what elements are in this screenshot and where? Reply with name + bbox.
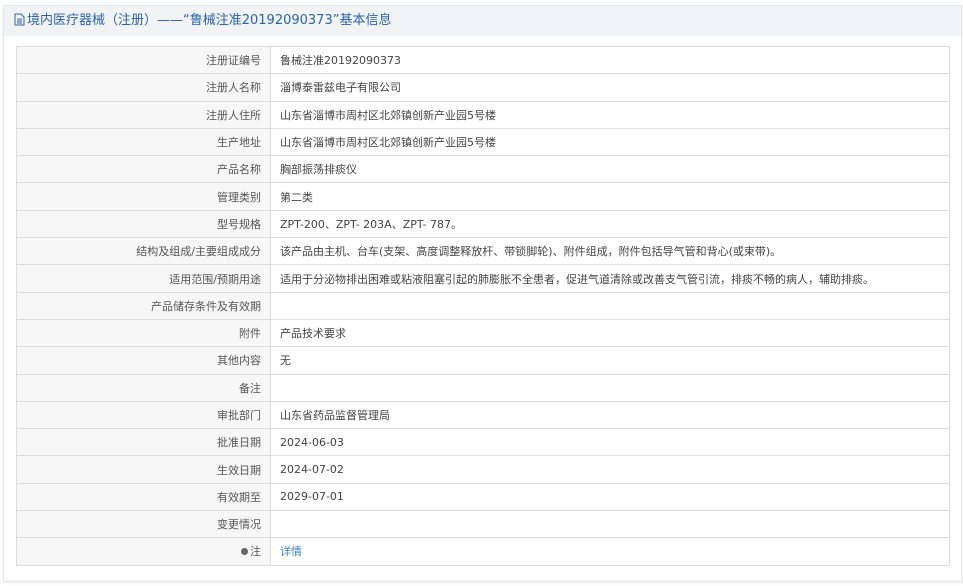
field-label: 注册人名称 [16,73,271,102]
field-value [270,510,950,539]
info-table: 注册证编号 鲁械注准20192090373 注册人名称 淄博泰雷兹电子有限公司 注册人住… [16,45,950,566]
field-value: 山东省淄博市周村区北郊镇创新产业园5号楼 [270,127,950,157]
field-value [270,373,950,402]
table-row: 批准日期 2024-06-03 [16,428,950,457]
field-label: 附件 [16,318,271,348]
table-row: 注册证编号 鲁械注准20192090373 [16,45,950,75]
field-value: 详情 [270,537,950,566]
page-title: 境内医疗器械（注册）——“鲁械注准20192090373”基本信息 [27,13,392,28]
field-value: 第二类 [270,182,950,211]
field-label: 注 [16,537,271,566]
field-label: 产品名称 [16,155,271,184]
table-row-note: 注 详情 [16,537,950,566]
field-label: 结构及组成/主要组成成分 [16,237,271,266]
detail-panel: 境内医疗器械（注册）——“鲁械注准20192090373”基本信息 注册证编号鲁… [3,5,962,582]
field-value: 山东省药品监督管理局 [270,400,950,430]
table-row: 注册人名称 淄博泰雷兹电子有限公司 [16,73,950,102]
pin-icon [241,548,248,556]
field-label: 备注 [16,373,271,402]
table-row: 结构及组成/主要组成成分 该产品由主机、台车(支架、高度调整释放杆、带锁脚轮)、附… [16,237,950,266]
field-value: 2029-07-01 [270,482,950,512]
field-label: 型号规格 [16,209,271,239]
field-label: 有效期至 [16,482,271,512]
field-value: 该产品由主机、台车(支架、高度调整释放杆、带锁脚轮)、附件组成，附件包括导气管和… [270,237,950,266]
field-label: 审批部门 [16,400,271,430]
field-value: 鲁械注准20192090373 [270,45,950,75]
field-value: 适用于分泌物排出困难或粘液阻塞引起的肺膨胀不全患者，促进气道清除或改善支气管引流… [270,264,950,293]
table-row: 变更情况 [16,510,950,539]
field-value: 无 [270,346,950,375]
field-value: 2024-06-03 [270,428,950,457]
field-label: 注册证编号 [16,45,271,75]
table-row: 审批部门 山东省药品监督管理局 [16,400,950,430]
field-label: 批准日期 [16,428,271,457]
table-row: 产品名称 胸部振荡排痰仪 [16,155,950,184]
table-row: 注册人住所 山东省淄博市周村区北郊镇创新产业园5号楼 [16,100,950,129]
table-row: 生产地址 山东省淄博市周村区北郊镇创新产业园5号楼 [16,127,950,157]
table-row: 附件 产品技术要求 [16,318,950,348]
field-value [270,291,950,320]
field-label: 管理类别 [16,182,271,211]
field-value: 2024-07-02 [270,455,950,484]
field-value: 胸部振荡排痰仪 [270,155,950,184]
field-value: ZPT-200、ZPT- 203A、ZPT- 787。 [270,209,950,239]
table-row: 生效日期 2024-07-02 [16,455,950,484]
document-icon [14,13,25,26]
field-label: 变更情况 [16,510,271,539]
table-row: 有效期至 2029-07-01 [16,482,950,512]
field-label: 产品储存条件及有效期 [16,291,271,320]
table-row: 备注 [16,373,950,402]
table-row: 产品储存条件及有效期 [16,291,950,320]
field-label: 生产地址 [16,127,271,157]
panel-header: 境内医疗器械（注册）——“鲁械注准20192090373”基本信息 [4,6,961,36]
field-label: 注册人住所 [16,100,271,129]
field-value: 淄博泰雷兹电子有限公司 [270,73,950,102]
table-row: 型号规格 ZPT-200、ZPT- 203A、ZPT- 787。 [16,209,950,239]
field-value: 产品技术要求 [270,318,950,348]
details-link[interactable]: 详情 [280,545,302,558]
note-label: 注 [250,545,261,559]
table-row: 其他内容无 [16,346,950,375]
field-label: 适用范围/预期用途 [16,264,271,293]
field-label: 生效日期 [16,455,271,484]
table-row: 适用范围/预期用途 适用于分泌物排出困难或粘液阻塞引起的肺膨胀不全患者，促进气道清… [16,264,950,293]
field-value: 山东省淄博市周村区北郊镇创新产业园5号楼 [270,100,950,129]
field-label: 其他内容 [16,346,271,375]
table-row: 管理类别 第二类 [16,182,950,211]
